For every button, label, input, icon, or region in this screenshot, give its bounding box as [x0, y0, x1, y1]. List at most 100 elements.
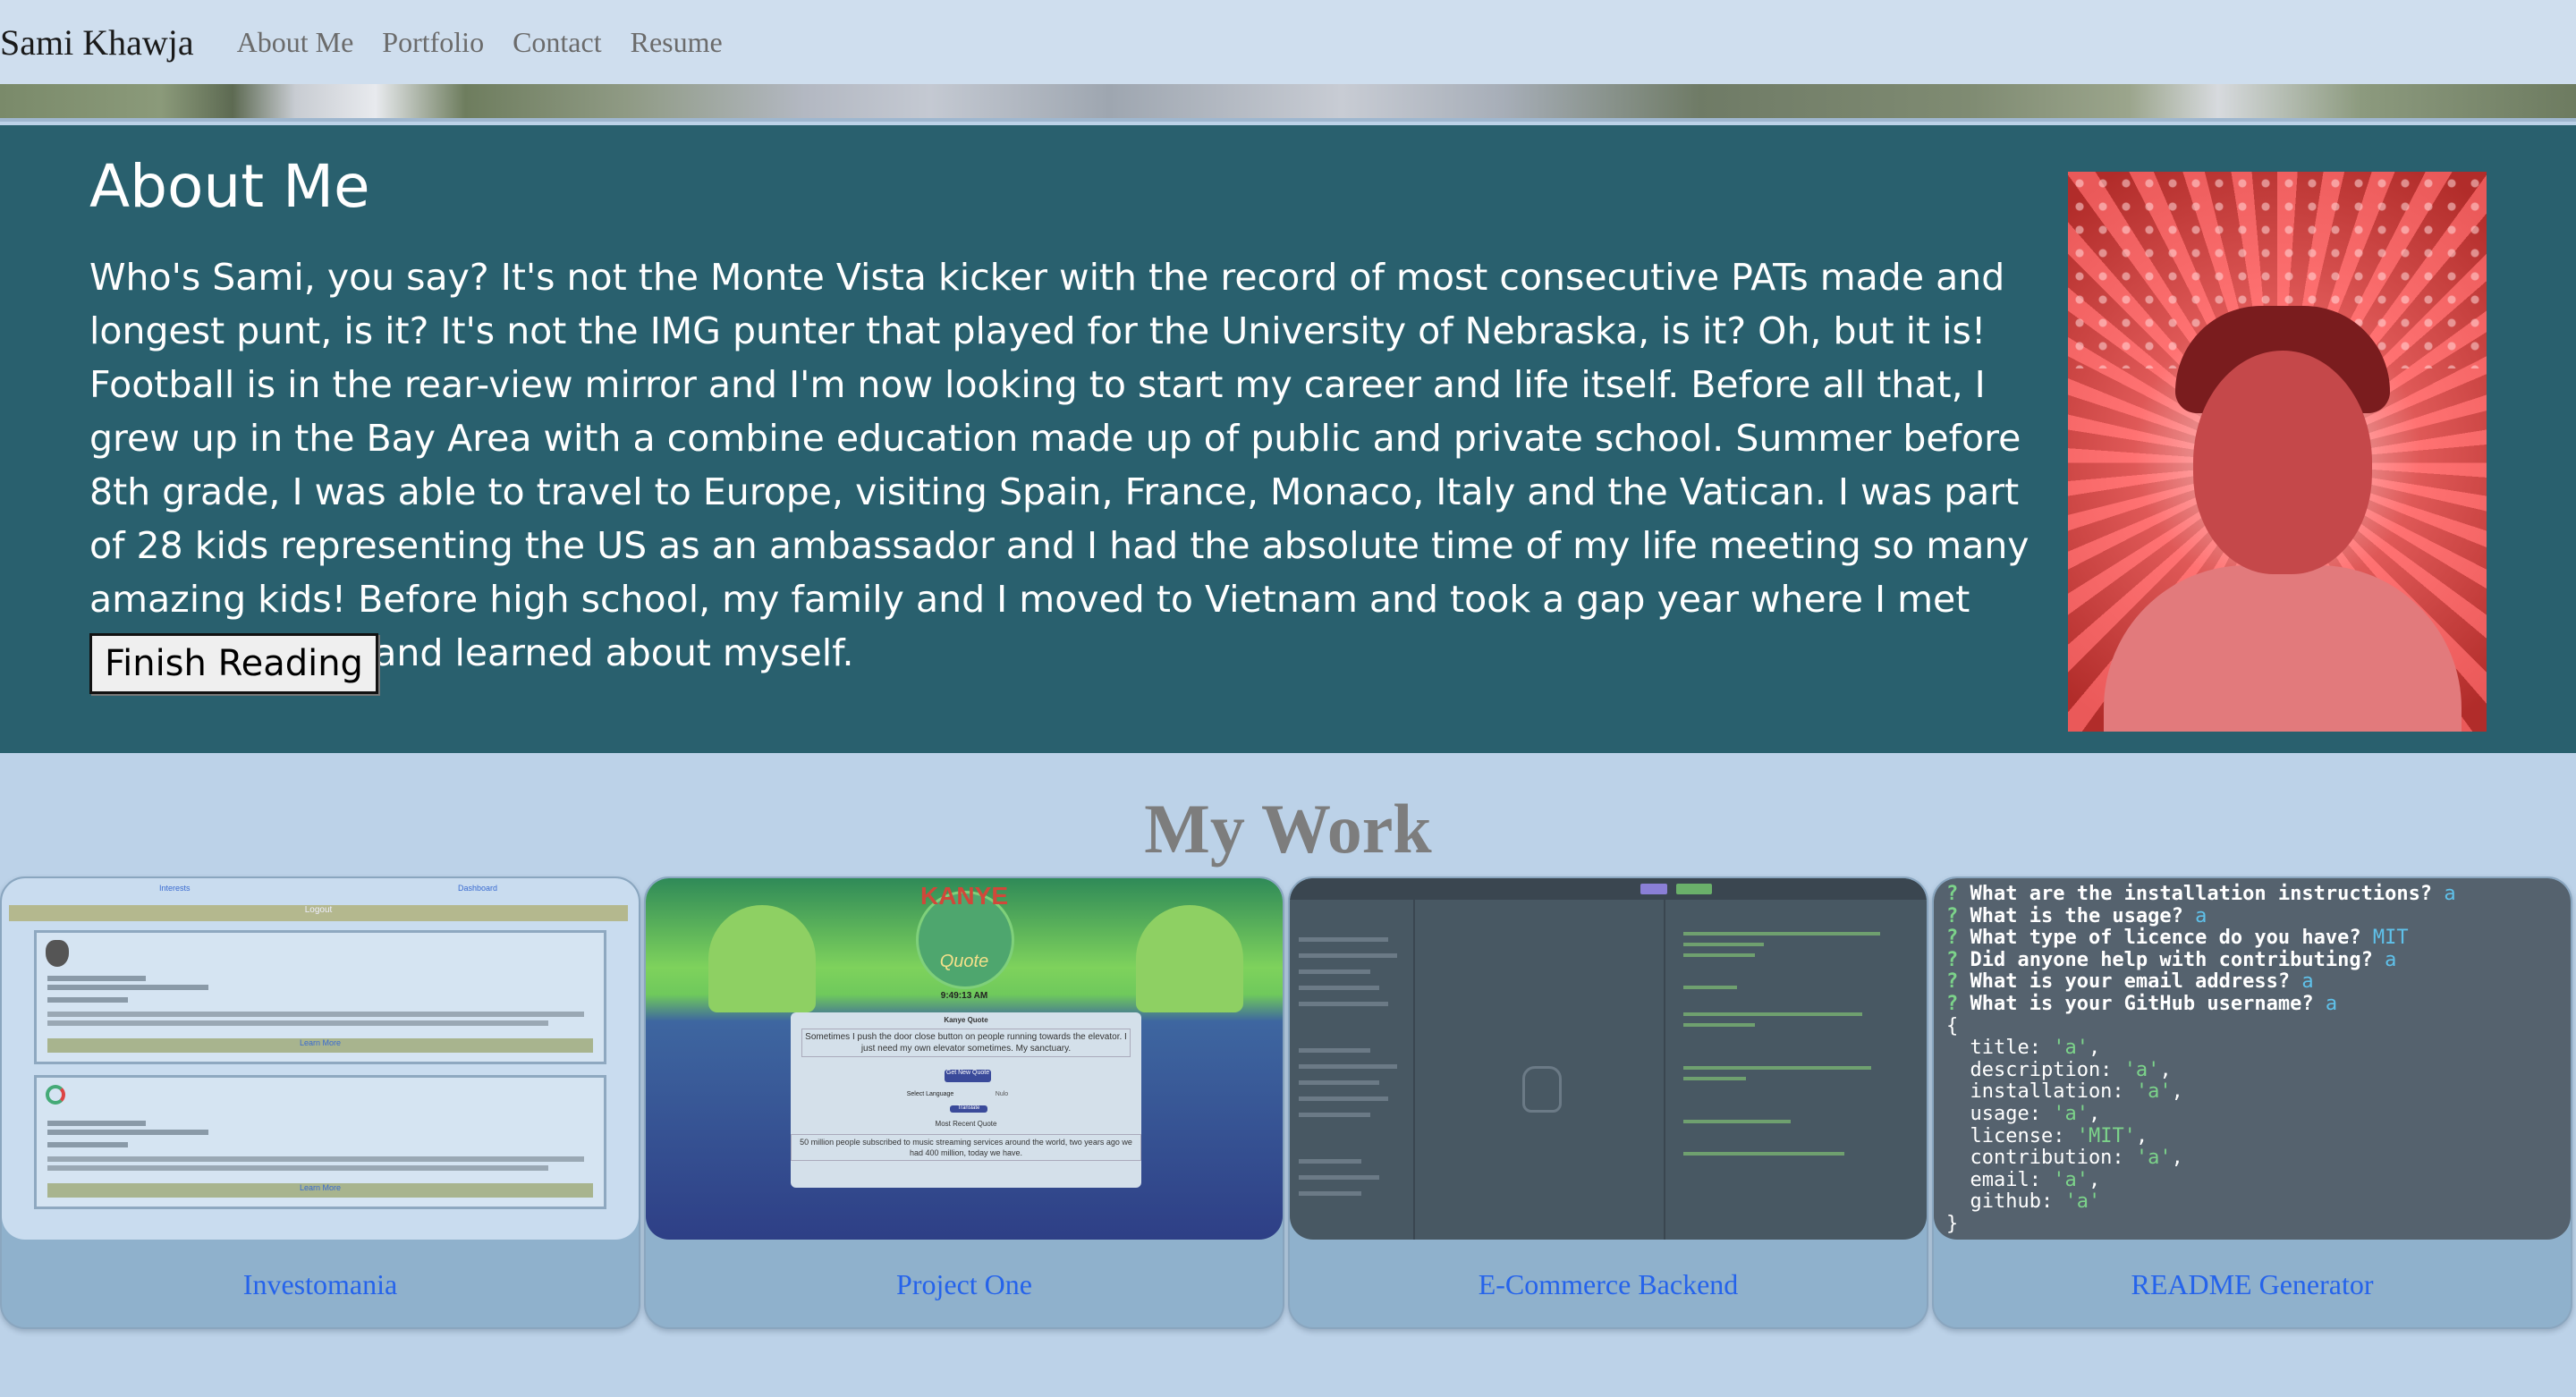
nav-link-resume[interactable]: Resume: [631, 26, 723, 59]
field-comma: ,: [2159, 1058, 2172, 1081]
about-section: About Me Who's Sami, you say? It's not t…: [0, 125, 2576, 753]
thumb-recent-title: Most Recent Quote: [935, 1120, 997, 1128]
field-value: 'a': [2135, 1080, 2172, 1104]
field-comma: ,: [2135, 1124, 2148, 1147]
project-card-readme-generator[interactable]: ? What are the installation instructions…: [1932, 876, 2572, 1329]
finish-reading-button[interactable]: Finish Reading: [89, 633, 378, 694]
hero-banner-image: [0, 84, 2576, 122]
terminal-object-field: description: 'a',: [1946, 1058, 2558, 1082]
thumb-get-quote: Get New Quote: [945, 1070, 990, 1076]
my-work-title: My Work: [1144, 790, 1432, 868]
terminal-output: ? What are the installation instructions…: [1946, 883, 2558, 1236]
prompt-mark: ?: [1946, 992, 1959, 1015]
prompt-mark: ?: [1946, 904, 1959, 927]
terminal-open-brace: {: [1946, 1014, 1959, 1037]
prompt-answer: MIT: [2372, 927, 2409, 950]
field-comma: ,: [2171, 1080, 2183, 1104]
terminal-object-field: email: 'a',: [1946, 1168, 2558, 1192]
field-comma: ,: [2088, 1168, 2101, 1191]
prompt-answer: a: [2195, 904, 2207, 927]
terminal-close-brace: }: [1946, 1212, 1959, 1235]
prompt-question: What is your email address?: [1958, 970, 2302, 994]
field-key: license:: [1946, 1124, 2077, 1147]
field-value: 'MIT': [2076, 1124, 2136, 1147]
thumb-logout-bar: Logout: [9, 905, 628, 921]
prompt-question: What type of licence do you have?: [1958, 927, 2373, 950]
project-card-ecommerce-backend[interactable]: E-Commerce Backend: [1288, 876, 1928, 1329]
prompt-mark: ?: [1946, 970, 1959, 994]
field-value: 'a': [2135, 1147, 2172, 1170]
project-thumbnail-investomania: Interests Dashboard Logout Learn More Le…: [2, 878, 639, 1240]
prompt-answer: a: [2301, 970, 2314, 994]
thumb-panel-title: Kanye Quote: [944, 1016, 988, 1024]
terminal-prompt-line: ? Did anyone help with contributing? a: [1946, 948, 2558, 972]
field-key: usage:: [1946, 1102, 2054, 1125]
field-value: 'a': [2053, 1102, 2089, 1125]
thumb-quote-text: Sometimes I push the door close button o…: [801, 1029, 1131, 1057]
terminal-object-field: usage: 'a',: [1946, 1102, 2558, 1126]
field-value: 'a': [2053, 1168, 2089, 1191]
project-card-investomania[interactable]: Interests Dashboard Logout Learn More Le…: [0, 876, 640, 1329]
project-link-ecommerce-backend[interactable]: E-Commerce Backend: [1290, 1268, 1927, 1301]
field-value: 'a': [2064, 1190, 2101, 1214]
prompt-answer: a: [2325, 992, 2338, 1015]
thumb-logout-label: Logout: [304, 905, 333, 915]
field-key: installation:: [1946, 1080, 2136, 1104]
field-key: contribution:: [1946, 1147, 2136, 1170]
field-value: 'a': [2053, 1037, 2089, 1060]
prompt-mark: ?: [1946, 948, 1959, 971]
terminal-prompt-line: ? What is your email address? a: [1946, 971, 2558, 994]
about-title: About Me: [89, 152, 370, 221]
terminal-prompt-line: ? What is the usage? a: [1946, 904, 2558, 928]
field-comma: ,: [2088, 1037, 2101, 1060]
thumb-language-value: Nulo: [995, 1091, 1009, 1097]
thumb-learn-more-2: Learn More: [299, 1183, 342, 1192]
project-thumbnail-ecommerce: [1290, 878, 1927, 1240]
project-thumbnail-project-one: KANYE Quote 9:49:13 AM Kanye Quote Somet…: [646, 878, 1283, 1240]
terminal-prompt-line: ? What is your GitHub username? a: [1946, 992, 2558, 1016]
profile-photo: [2068, 172, 2487, 732]
field-key: email:: [1946, 1168, 2054, 1191]
project-link-project-one[interactable]: Project One: [646, 1268, 1283, 1301]
project-link-investomania[interactable]: Investomania: [2, 1268, 639, 1301]
field-key: description:: [1946, 1058, 2124, 1081]
thumb-company-card-apple: Learn More: [34, 930, 606, 1064]
field-key: github:: [1946, 1190, 2065, 1214]
prompt-question: What is the usage?: [1958, 904, 2196, 927]
thumb-kanye-subtitle: Quote: [939, 952, 989, 971]
thumb-kanye-title: KANYE: [919, 882, 1008, 910]
thumb-quote-panel: Kanye Quote Sometimes I push the door cl…: [791, 1012, 1141, 1188]
nav-link-portfolio[interactable]: Portfolio: [382, 26, 484, 59]
thumb-translate: Translate: [957, 1105, 980, 1111]
about-body: Who's Sami, you say? It's not the Monte …: [89, 256, 2029, 674]
google-logo-icon: [46, 1085, 65, 1105]
brand-name[interactable]: Sami Khawja: [0, 21, 194, 64]
terminal-object-field: contribution: 'a',: [1946, 1147, 2558, 1170]
prompt-question: What are the installation instructions?: [1958, 883, 2445, 905]
apple-logo-icon: [46, 940, 69, 967]
terminal-prompt-line: ? What are the installation instructions…: [1946, 883, 2558, 906]
terminal-object-field: license: 'MIT',: [1946, 1124, 2558, 1148]
field-value: 'a': [2123, 1058, 2160, 1081]
prompt-question: What is your GitHub username?: [1958, 992, 2326, 1015]
prompt-mark: ?: [1946, 883, 1959, 905]
thumb-kanye-time: 9:49:13 AM: [940, 991, 988, 1001]
thumb-link-dashboard: Dashboard: [458, 884, 498, 893]
prompt-answer: a: [2385, 948, 2397, 971]
thumb-recent-quote: 50 million people subscribed to music st…: [791, 1134, 1141, 1161]
thumb-learn-more-1: Learn More: [299, 1038, 342, 1047]
field-key: title:: [1946, 1037, 2054, 1060]
terminal-object-field: installation: 'a',: [1946, 1081, 2558, 1104]
thumb-company-card-google: Learn More: [34, 1075, 606, 1209]
terminal-object-field: github: 'a': [1946, 1191, 2558, 1214]
nav-link-contact[interactable]: Contact: [513, 26, 602, 59]
prompt-question: Did anyone help with contributing?: [1958, 948, 2385, 971]
terminal-object-field: title: 'a',: [1946, 1037, 2558, 1060]
field-comma: ,: [2171, 1147, 2183, 1170]
project-link-readme-generator[interactable]: README Generator: [1934, 1268, 2571, 1301]
terminal-prompt-line: ? What type of licence do you have? MIT: [1946, 927, 2558, 950]
nav-link-about-me[interactable]: About Me: [237, 26, 354, 59]
prompt-mark: ?: [1946, 927, 1959, 950]
prompt-answer: a: [2444, 883, 2456, 905]
project-card-project-one[interactable]: KANYE Quote 9:49:13 AM Kanye Quote Somet…: [644, 876, 1284, 1329]
